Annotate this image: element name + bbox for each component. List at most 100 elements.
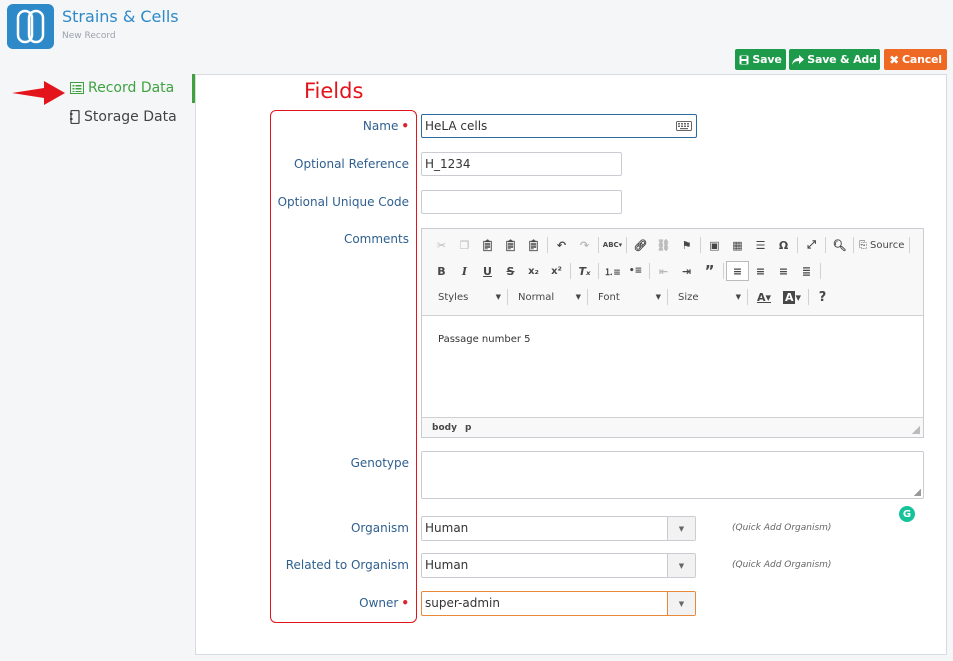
paste-word-icon[interactable]: 📋︎: [522, 235, 545, 255]
related-organism-select-value: Human: [425, 558, 469, 572]
paste-text-icon[interactable]: 📋︎: [499, 235, 522, 255]
table-icon[interactable]: ▦: [726, 235, 749, 255]
resize-handle[interactable]: [914, 489, 921, 496]
chevron-down-icon: ▼: [735, 293, 741, 301]
indent-icon[interactable]: ⇥: [675, 261, 698, 281]
save-button[interactable]: Save: [735, 49, 786, 70]
text-color-icon[interactable]: A▾: [750, 287, 778, 307]
align-right-icon[interactable]: ≡: [772, 261, 795, 281]
subscript-icon[interactable]: x₂: [522, 261, 545, 281]
format-dropdown[interactable]: Normal ▼: [510, 287, 585, 307]
required-marker: •: [401, 119, 409, 133]
sidebar-item-storage-data[interactable]: Storage Data: [70, 106, 177, 128]
align-center-icon[interactable]: ≡: [749, 261, 772, 281]
size-dropdown[interactable]: Size ▼: [670, 287, 745, 307]
name-label: Name •: [362, 119, 409, 133]
unlink-icon[interactable]: ⛓: [652, 235, 675, 255]
optional-reference-label: Optional Reference: [294, 157, 409, 171]
required-marker: •: [401, 596, 409, 610]
maximize-icon[interactable]: ⤢: [800, 235, 823, 255]
paste-icon[interactable]: 📋︎: [476, 235, 499, 255]
copy-icon[interactable]: ❐: [453, 235, 476, 255]
close-icon: ✖: [889, 52, 899, 67]
path-item-p[interactable]: p: [465, 423, 471, 433]
floppy-icon: [739, 55, 749, 64]
editor-content[interactable]: Passage number 5: [438, 334, 531, 345]
organism-label: Organism: [350, 521, 409, 535]
quick-add-related-organism-link[interactable]: (Quick Add Organism): [732, 560, 831, 570]
name-field-value: HeLA cells: [425, 119, 488, 133]
chevron-down-icon: ▼: [575, 293, 581, 301]
underline-icon[interactable]: U: [476, 261, 499, 281]
background-color-icon[interactable]: A ▾: [778, 287, 806, 307]
italic-icon[interactable]: I: [453, 261, 476, 281]
numbered-list-icon[interactable]: ⒈≡: [601, 261, 624, 281]
chevron-down-icon[interactable]: ▼: [667, 517, 695, 540]
optional-unique-code-label: Optional Unique Code: [277, 195, 409, 209]
cancel-button-label: Cancel: [901, 53, 942, 66]
sidebar-item-label: Record Data: [88, 80, 175, 96]
bulleted-list-icon[interactable]: •≡: [624, 261, 647, 281]
chevron-down-icon: ▼: [655, 293, 661, 301]
special-char-icon[interactable]: Ω: [772, 235, 795, 255]
freezer-icon: [70, 110, 80, 124]
anchor-flag-icon[interactable]: ⚑: [675, 235, 698, 255]
bold-icon[interactable]: B: [430, 261, 453, 281]
cut-icon[interactable]: ✂: [430, 235, 453, 255]
owner-select-value: super-admin: [425, 596, 500, 610]
align-justify-icon[interactable]: ≣: [795, 261, 818, 281]
quick-add-organism-link[interactable]: (Quick Add Organism): [732, 523, 831, 533]
font-dropdown[interactable]: Font ▼: [590, 287, 665, 307]
path-item-body[interactable]: body: [432, 423, 457, 433]
app-title: Strains & Cells: [62, 7, 179, 26]
optional-reference-field[interactable]: H_1234: [421, 152, 622, 176]
fields-annotation-label: Fields: [304, 79, 364, 103]
source-label: Source: [870, 239, 905, 251]
red-arrow-annotation: [12, 81, 65, 105]
grammarly-icon[interactable]: G: [899, 506, 915, 522]
comments-rich-editor[interactable]: ✂ ❐ 📋︎ 📋︎ 📋︎ ↶ ↷ ABC▾ 🔗︎ ⛓ ⚑ ▣ ▦ ☰ Ω ⤢ 🔍…: [421, 228, 924, 438]
chevron-down-icon: ▼: [495, 293, 501, 301]
name-field[interactable]: HeLA cells: [421, 114, 697, 138]
strikethrough-icon[interactable]: S: [499, 261, 522, 281]
blockquote-icon[interactable]: ”: [698, 261, 721, 281]
horizontal-rule-icon[interactable]: ☰: [749, 235, 772, 255]
font-dropdown-label: Font: [598, 291, 620, 303]
related-organism-select[interactable]: Human ▼: [421, 553, 696, 578]
link-icon[interactable]: 🔗︎: [629, 235, 652, 255]
owner-select[interactable]: super-admin ▼: [421, 591, 696, 616]
source-button[interactable]: ⎘ Source: [856, 235, 907, 255]
remove-format-icon[interactable]: Tₓ: [573, 261, 596, 281]
genotype-field[interactable]: [421, 451, 924, 499]
related-organism-label: Related to Organism: [285, 558, 409, 572]
preview-icon[interactable]: 🔍︎: [828, 235, 851, 255]
comments-label: Comments: [343, 232, 409, 246]
chevron-down-icon[interactable]: ▼: [667, 592, 695, 615]
chevron-down-icon[interactable]: ▼: [667, 554, 695, 577]
align-left-icon[interactable]: ≡: [726, 261, 749, 281]
format-dropdown-label: Normal: [518, 291, 555, 303]
image-icon[interactable]: ▣: [703, 235, 726, 255]
optional-unique-code-field[interactable]: [421, 190, 622, 214]
app-logo: [7, 4, 54, 49]
share-arrow-icon: [792, 54, 805, 65]
sidebar-item-record-data[interactable]: Record Data: [70, 77, 174, 99]
optional-reference-value: H_1234: [425, 157, 471, 171]
cancel-button[interactable]: ✖ Cancel: [884, 49, 947, 70]
undo-icon[interactable]: ↶: [550, 235, 573, 255]
list-icon: [70, 82, 84, 94]
resize-handle[interactable]: [912, 426, 920, 434]
help-icon[interactable]: ?: [811, 287, 834, 307]
size-dropdown-label: Size: [678, 291, 699, 303]
source-icon: ⎘: [859, 239, 867, 251]
styles-dropdown[interactable]: Styles ▼: [430, 287, 505, 307]
outdent-icon[interactable]: ⇤: [652, 261, 675, 281]
owner-label: Owner •: [359, 596, 409, 610]
keyboard-icon[interactable]: [676, 121, 692, 131]
superscript-icon[interactable]: x²: [545, 261, 568, 281]
redo-icon[interactable]: ↷: [573, 235, 596, 255]
spellcheck-icon[interactable]: ABC▾: [601, 235, 624, 255]
sidebar-item-label: Storage Data: [84, 109, 177, 125]
save-and-add-button[interactable]: Save & Add: [789, 49, 880, 70]
organism-select[interactable]: Human ▼: [421, 516, 696, 541]
